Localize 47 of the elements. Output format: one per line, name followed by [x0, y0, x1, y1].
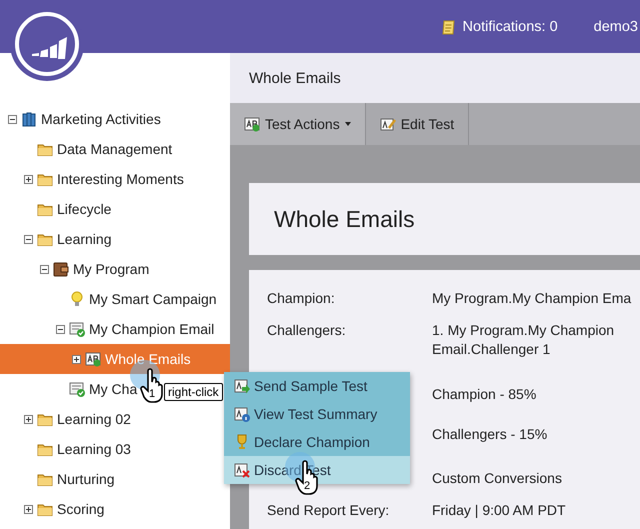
tree-item[interactable]: Lifecycle: [0, 194, 230, 224]
tree-item[interactable]: Learning: [0, 224, 230, 254]
email-check-icon: [69, 381, 85, 397]
expand-icon[interactable]: [24, 504, 33, 514]
books-icon: [21, 111, 37, 127]
tree-item[interactable]: Scoring: [0, 494, 230, 524]
field-value: Champion - 85%: [432, 385, 538, 404]
field-label: Send Report Every:: [267, 502, 390, 518]
tree-item[interactable]: Marketing Activities: [0, 104, 230, 134]
tree-item[interactable]: Data Management: [0, 134, 230, 164]
ab-info-icon: [234, 406, 250, 422]
field-value: Custom Conversions: [432, 469, 563, 488]
notifications-link[interactable]: Notifications: 0: [462, 18, 558, 34]
tree-item[interactable]: My Champion Email: [0, 314, 230, 344]
collapse-icon[interactable]: [24, 234, 33, 244]
ab-discard-icon: [234, 462, 250, 478]
collapse-icon[interactable]: [40, 264, 49, 274]
field-label: Champion:: [267, 290, 335, 306]
user-name[interactable]: demo3: [594, 18, 638, 34]
collapse-icon[interactable]: [8, 114, 17, 124]
step-number: 1: [149, 388, 156, 400]
field-value: Friday | 9:00 AM PDT: [432, 501, 567, 520]
callout-label: right-click: [164, 383, 223, 401]
tree-item[interactable]: My Smart Campaign: [0, 284, 230, 314]
page-title: Whole Emails: [249, 70, 341, 86]
expand-icon[interactable]: [24, 174, 33, 184]
field-value: My Program.My Champion Ema: [432, 289, 632, 308]
email-check-icon: [69, 321, 85, 337]
toolbar-button[interactable]: Test Actions: [230, 103, 366, 145]
expand-icon[interactable]: [24, 414, 33, 424]
collapse-icon[interactable]: [56, 324, 65, 334]
field-value: 1. My Program.My Champion Email.Challenger 1: [432, 321, 616, 359]
ab-edit-icon: [380, 116, 396, 132]
bulb-icon: [69, 291, 85, 307]
ab-send-icon: [234, 378, 250, 394]
tree-item[interactable]: My Program: [0, 254, 230, 284]
tree-item[interactable]: Interesting Moments: [0, 164, 230, 194]
field-label: Challengers:: [267, 322, 346, 338]
ab-test-icon: [244, 116, 260, 132]
hand-cursor-icon: [140, 368, 166, 404]
card-title: Whole Emails: [274, 206, 415, 232]
field-value: Challengers - 15%: [432, 425, 548, 444]
expand-icon[interactable]: [72, 354, 81, 364]
menu-item[interactable]: Send Sample Test: [224, 372, 410, 400]
notepad-icon[interactable]: [440, 18, 457, 34]
ab-test-icon: [85, 351, 101, 367]
briefcase-icon: [53, 261, 69, 277]
